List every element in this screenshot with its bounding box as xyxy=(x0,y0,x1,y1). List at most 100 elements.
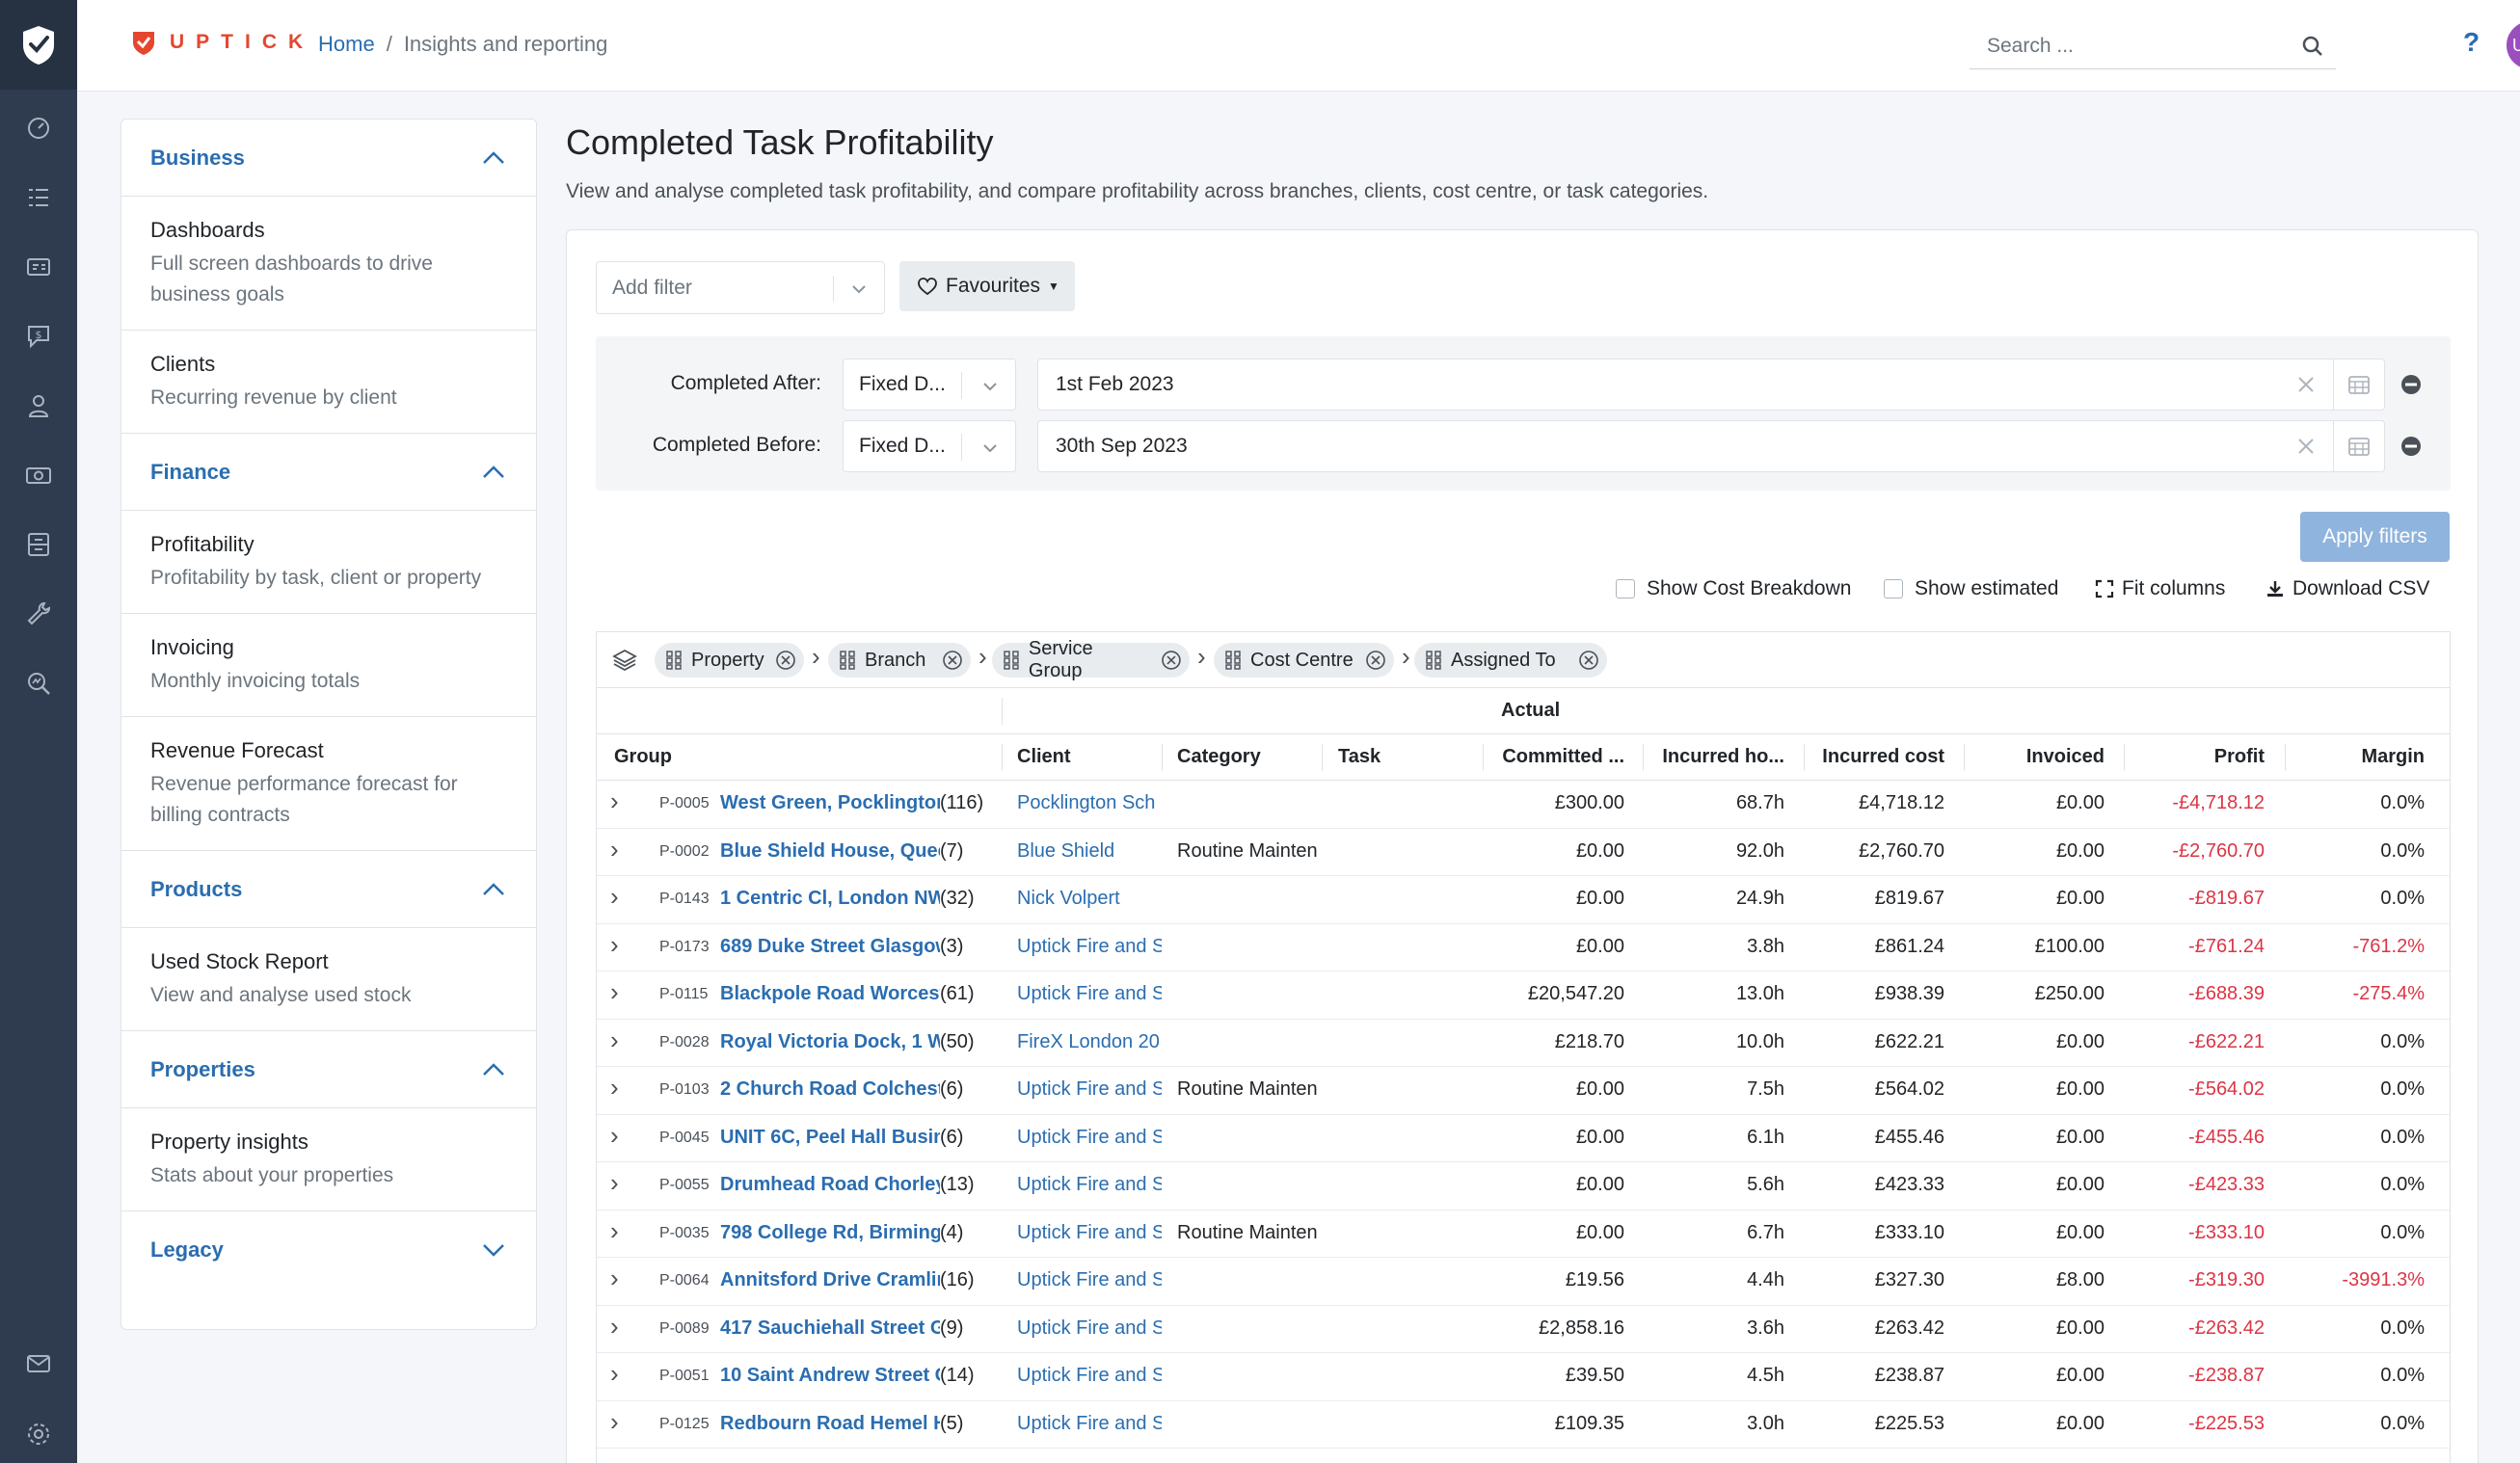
user-avatar[interactable]: UCS xyxy=(2507,21,2520,69)
cell-client[interactable]: Uptick Fire and S xyxy=(1017,1269,1162,1291)
property-name-link[interactable]: West Green, Pocklington xyxy=(720,792,940,814)
sidebar-section-finance[interactable]: Finance xyxy=(121,434,536,511)
rail-dashboard-button[interactable] xyxy=(19,109,58,147)
table-row[interactable]: › P-0005 West Green, Pocklington (116) Pockl… xyxy=(597,781,2450,829)
table-row[interactable]: › P-0028 Royal Victoria Dock, 1 We (50) Fire… xyxy=(597,1020,2450,1067)
column-header-task[interactable]: Task xyxy=(1338,746,1483,768)
sidebar-item-dashboards[interactable]: Dashboards Full screen dashboards to driv… xyxy=(121,197,536,331)
property-name-link[interactable]: Royal Victoria Dock, 1 We xyxy=(720,1031,940,1053)
sidebar-item-clients[interactable]: Clients Recurring revenue by client xyxy=(121,331,536,434)
table-row[interactable]: › P-0125 Redbourn Road Hemel Hem(5) Uptick … xyxy=(597,1401,2450,1449)
sidebar-section-products[interactable]: Products xyxy=(121,851,536,928)
expand-row-icon[interactable]: › xyxy=(610,977,619,1007)
sidebar-item-property-insights[interactable]: Property insights Stats about your proper… xyxy=(121,1108,536,1211)
calendar-icon[interactable] xyxy=(2347,374,2371,395)
sidebar-section-properties[interactable]: Properties xyxy=(121,1031,536,1108)
property-name-link[interactable]: Blue Shield House, Queen xyxy=(720,840,940,863)
table-row[interactable]: › P-0064 Annitsford Drive Cramlin (16) Uptic… xyxy=(597,1258,2450,1306)
search-icon[interactable] xyxy=(2301,35,2324,58)
cell-client[interactable]: Uptick Fire and S xyxy=(1017,1078,1162,1101)
column-header-invoiced[interactable]: Invoiced xyxy=(1960,746,2104,768)
date-input[interactable]: 30th Sep 2023 xyxy=(1037,420,2385,472)
property-name-link[interactable]: 2 Church Road Colchester xyxy=(720,1078,940,1101)
rail-search-report-button[interactable] xyxy=(19,664,58,703)
cell-client[interactable]: Uptick Fire and S xyxy=(1017,983,1162,1005)
rail-tasks-button[interactable] xyxy=(19,178,58,217)
property-name-link[interactable]: Redbourn Road Hemel Hem xyxy=(720,1413,940,1435)
column-header-profit[interactable]: Profit xyxy=(2120,746,2265,768)
remove-filter-icon[interactable] xyxy=(2400,436,2422,457)
expand-row-icon[interactable]: › xyxy=(610,1216,619,1246)
cell-client[interactable]: Uptick Fire and S xyxy=(1017,1174,1162,1196)
breadcrumb-home[interactable]: Home xyxy=(318,32,375,56)
column-header-category[interactable]: Category xyxy=(1177,746,1322,768)
remove-group-icon[interactable] xyxy=(775,650,796,671)
drag-handle-icon[interactable] xyxy=(840,651,855,670)
app-logo[interactable] xyxy=(0,0,77,90)
property-name-link[interactable]: 10 Saint Andrew Street G xyxy=(720,1365,940,1387)
property-name-link[interactable]: 417 Sauchiehall Street Gla xyxy=(720,1317,940,1340)
download-csv-button[interactable]: Download CSV xyxy=(2265,577,2429,600)
table-row[interactable]: › P-0055 Drumhead Road Chorley (13) Uptick F… xyxy=(597,1162,2450,1210)
cell-client[interactable]: Blue Shield xyxy=(1017,840,1162,863)
sidebar-item-profitability[interactable]: Profitability Profitability by task, clie… xyxy=(121,511,536,614)
table-row[interactable]: › P-0115 Blackpole Road Worceste (61) Uptick… xyxy=(597,971,2450,1020)
rail-wrench-button[interactable] xyxy=(19,595,58,633)
sidebar-item-invoicing[interactable]: Invoicing Monthly invoicing totals xyxy=(121,614,536,717)
fit-columns-button[interactable]: Fit columns xyxy=(2095,577,2225,600)
cell-client[interactable]: Uptick Fire and S xyxy=(1017,1413,1162,1435)
date-input[interactable]: 1st Feb 2023 xyxy=(1037,359,2385,411)
column-header-committed[interactable]: Committed ... xyxy=(1489,746,1624,768)
expand-row-icon[interactable]: › xyxy=(610,1264,619,1293)
sidebar-item-used-stock-report[interactable]: Used Stock Report View and analyse used s… xyxy=(121,928,536,1031)
remove-group-icon[interactable] xyxy=(1161,650,1182,671)
calendar-icon[interactable] xyxy=(2347,436,2371,457)
table-row[interactable]: › P-0035 798 College Rd, Birmingha(4) Uptic… xyxy=(597,1210,2450,1258)
property-name-link[interactable]: 1 Centric Cl, London NW1 xyxy=(720,888,940,910)
clear-icon[interactable] xyxy=(2295,436,2317,457)
expand-row-icon[interactable]: › xyxy=(610,1407,619,1437)
expand-row-icon[interactable]: › xyxy=(610,930,619,960)
rail-settings-button[interactable] xyxy=(19,1415,58,1453)
add-filter-select[interactable]: Add filter xyxy=(596,261,885,314)
expand-row-icon[interactable]: › xyxy=(610,882,619,912)
table-row[interactable]: › P-0173 689 Duke Street Glasgow (3) Uptick … xyxy=(597,924,2450,971)
property-name-link[interactable]: Annitsford Drive Cramlin xyxy=(720,1269,940,1291)
sidebar-section-business[interactable]: Business xyxy=(121,120,536,197)
rail-money-button[interactable] xyxy=(19,456,58,494)
date-mode-select[interactable]: Fixed D... xyxy=(843,420,1016,472)
group-chip-cost-centre[interactable]: Cost Centre xyxy=(1214,643,1394,678)
expand-row-icon[interactable]: › xyxy=(610,1168,619,1198)
table-row[interactable]: › P-0051 10 Saint Andrew Street G (14) Uptic… xyxy=(597,1353,2450,1401)
group-chip-property[interactable]: Property xyxy=(655,643,804,678)
sidebar-section-legacy[interactable]: Legacy xyxy=(121,1211,536,1289)
expand-row-icon[interactable]: › xyxy=(610,1121,619,1151)
expand-row-icon[interactable]: › xyxy=(610,835,619,864)
group-chip-assigned-to[interactable]: Assigned To xyxy=(1414,643,1607,678)
column-header-hours[interactable]: Incurred ho... xyxy=(1640,746,1784,768)
show-cost-breakdown-checkbox[interactable] xyxy=(1616,579,1635,598)
date-mode-select[interactable]: Fixed D... xyxy=(843,359,1016,411)
cell-client[interactable]: Uptick Fire and S xyxy=(1017,1317,1162,1340)
remove-group-icon[interactable] xyxy=(942,650,963,671)
expand-row-icon[interactable]: › xyxy=(610,1025,619,1055)
remove-group-icon[interactable] xyxy=(1578,650,1599,671)
column-header-margin[interactable]: Margin xyxy=(2280,746,2425,768)
drag-handle-icon[interactable] xyxy=(1225,651,1241,670)
column-header-cost[interactable]: Incurred cost xyxy=(1800,746,1944,768)
cell-client[interactable]: FireX London 20 xyxy=(1017,1031,1162,1053)
search-input[interactable] xyxy=(1970,34,2278,58)
table-row[interactable]: › P-0002 Blue Shield House, Queen (7) Blue S… xyxy=(597,829,2450,876)
rail-user-button[interactable] xyxy=(19,386,58,425)
expand-row-icon[interactable]: › xyxy=(610,786,619,816)
cell-client[interactable]: Uptick Fire and S xyxy=(1017,1127,1162,1149)
drag-handle-icon[interactable] xyxy=(1004,651,1019,670)
show-cost-breakdown-toggle[interactable]: Show Cost Breakdown xyxy=(1616,577,1851,600)
cell-client[interactable]: Uptick Fire and S xyxy=(1017,1365,1162,1387)
rail-invoice-button[interactable] xyxy=(19,248,58,286)
cell-client[interactable]: Pocklington Sch xyxy=(1017,792,1162,814)
property-name-link[interactable]: UNIT 6C, Peel Hall Busine xyxy=(720,1127,940,1149)
cell-client[interactable]: Uptick Fire and S xyxy=(1017,936,1162,958)
show-estimated-checkbox[interactable] xyxy=(1884,579,1903,598)
favourites-button[interactable]: Favourites ▼ xyxy=(899,261,1075,311)
